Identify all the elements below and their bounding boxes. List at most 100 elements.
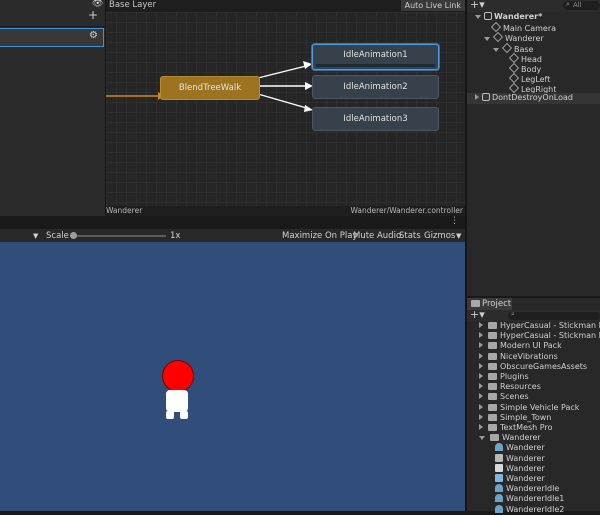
expand-arrow-icon[interactable] [479, 373, 483, 379]
animator-controller-icon [495, 453, 503, 462]
search-placeholder: All [573, 1, 582, 9]
scene-icon [484, 12, 492, 20]
animator-status-bar: Wanderer Wanderer/Wanderer.controller [106, 206, 465, 216]
expand-arrow-icon[interactable] [475, 94, 479, 100]
node-label: IdleAnimation3 [343, 114, 408, 124]
project-folder[interactable]: Modern UI Pack [467, 341, 600, 351]
project-asset[interactable]: WandererIdle2 [467, 504, 600, 515]
transition-to-idle1[interactable] [257, 64, 311, 79]
scale-slider-handle[interactable] [70, 232, 77, 239]
expand-arrow-icon[interactable] [479, 342, 483, 349]
transition-to-idle3[interactable] [257, 93, 311, 110]
project-item-label: Wanderer [506, 443, 545, 453]
project-folder[interactable]: Wanderer [467, 433, 600, 443]
project-asset[interactable]: Wanderer [467, 443, 600, 453]
gameobject-cube-icon [509, 52, 519, 63]
maximize-on-play-button[interactable]: Maximize On Play [282, 229, 357, 243]
create-icon[interactable]: +▾ [470, 0, 485, 11]
hierarchy-item[interactable]: Head [467, 52, 600, 64]
expand-arrow-icon[interactable] [479, 352, 483, 359]
create-asset-icon[interactable]: +▾ [470, 308, 485, 321]
folder-icon [488, 383, 497, 391]
project-search-input[interactable]: ⌕ [508, 310, 600, 320]
auto-live-link-button[interactable]: Auto Live Link [400, 0, 465, 11]
animation-clip-icon [495, 504, 503, 513]
project-folder[interactable]: Simple Vehicle Pack [467, 403, 600, 413]
animator-graph[interactable]: BlendTreeWalk IdleAnimation1 IdleAnimati… [106, 12, 465, 206]
hierarchy-item[interactable]: Wanderer [467, 32, 600, 43]
status-object: Wanderer [106, 206, 143, 215]
add-parameter-icon[interactable]: + [88, 9, 98, 21]
project-asset[interactable]: Wanderer [467, 453, 600, 464]
expand-arrow-icon[interactable] [479, 332, 483, 339]
game-view[interactable] [0, 242, 465, 511]
hierarchy-item[interactable]: Main Camera [467, 22, 600, 33]
hierarchy-search-input[interactable]: ⌕ All [563, 0, 600, 10]
blend-tree-walk-node[interactable]: BlendTreeWalk [160, 76, 260, 100]
project-folder[interactable]: Scenes [467, 392, 600, 402]
character-body [166, 390, 188, 412]
gear-icon[interactable]: ⚙ [89, 30, 98, 41]
idle-animation2-node[interactable]: IdleAnimation2 [312, 75, 439, 99]
project-tab-label: Project [482, 299, 512, 309]
project-asset[interactable]: WandererIdle [467, 484, 600, 494]
hierarchy-item[interactable]: LegLeft [467, 73, 600, 84]
project-folder[interactable]: ObscureGamesAssets [467, 362, 600, 372]
project-item-label: WandererIdle [506, 484, 560, 494]
more-options-icon[interactable]: ⋮ [450, 216, 459, 226]
collapse-arrow-icon[interactable] [484, 37, 490, 42]
resolution-dropdown-icon[interactable]: ▼ [33, 229, 38, 243]
project-folder[interactable]: Simple_Town [467, 413, 600, 423]
expand-arrow-icon[interactable] [479, 393, 483, 400]
collapse-arrow-icon[interactable] [493, 47, 499, 52]
collapse-arrow-icon[interactable] [479, 436, 485, 441]
project-folder[interactable]: HyperCasual - Stickman Pac [467, 321, 600, 331]
project-item-label: HyperCasual - Stickman Pac [500, 331, 600, 341]
collapse-arrow-icon[interactable] [475, 15, 481, 19]
gameobject-cube-icon [509, 83, 519, 94]
gameobject-cube-icon [509, 73, 519, 84]
project-item-label: Simple_Town [500, 412, 552, 422]
expand-arrow-icon[interactable] [479, 403, 483, 410]
mute-audio-button[interactable]: Mute Audio [353, 229, 401, 243]
idle-animation1-node[interactable]: IdleAnimation1 [312, 44, 439, 70]
gizmos-dropdown-icon[interactable]: ▼ [456, 229, 461, 243]
hierarchy-item[interactable]: Base [467, 42, 600, 54]
character-leg-right [180, 411, 188, 419]
project-folder[interactable]: TextMesh Pro [467, 423, 600, 433]
scale-slider[interactable] [70, 232, 166, 239]
open-folder-icon [490, 434, 499, 442]
expand-arrow-icon[interactable] [479, 362, 483, 369]
project-asset[interactable]: WandererIdle1 [467, 494, 600, 504]
project-item-label: Modern UI Pack [500, 341, 562, 351]
expand-arrow-icon[interactable] [479, 413, 483, 420]
gameobject-cube-icon [491, 22, 501, 33]
hierarchy-item[interactable]: DontDestroyOnLoad [467, 93, 600, 104]
expand-arrow-icon[interactable] [479, 383, 483, 390]
breadcrumb[interactable]: Base Layer [109, 0, 156, 10]
project-asset[interactable]: Wanderer [467, 474, 600, 484]
gameobject-cube-icon [509, 63, 519, 73]
hierarchy-item[interactable]: Wanderer* [467, 12, 600, 23]
eye-icon[interactable]: 👁 [92, 0, 103, 9]
project-panel: Project +▾ ⌕ HyperCasual - Stickman PacH… [467, 298, 600, 514]
prefab-icon [495, 474, 503, 482]
project-folder[interactable]: Resources [467, 382, 600, 392]
expand-arrow-icon[interactable] [479, 424, 483, 430]
search-icon: ⌕ [511, 310, 515, 318]
project-asset[interactable]: Wanderer [467, 463, 600, 474]
folder-icon [488, 413, 497, 421]
folder-icon [471, 300, 480, 307]
expand-arrow-icon[interactable] [479, 322, 483, 328]
hierarchy-item[interactable]: Body [467, 63, 600, 74]
gizmos-button[interactable]: Gizmos [424, 229, 455, 243]
hierarchy-panel: +▾ ⌕ All Wanderer* Main Camera Wanderer Bas… [467, 0, 600, 296]
idle-animation3-node[interactable]: IdleAnimation3 [312, 107, 439, 131]
project-folder[interactable]: NiceVibrations [467, 352, 600, 362]
parameters-search-field[interactable]: ⚙ [0, 28, 104, 47]
stats-button[interactable]: Stats [399, 229, 421, 243]
project-folder[interactable]: Plugins [467, 372, 600, 382]
project-folder[interactable]: HyperCasual - Stickman Pac [467, 331, 600, 341]
project-item-label: WandererIdle2 [506, 504, 565, 514]
game-view-toolbar: ▼ Scale 1x Maximize On Play Mute Audio S… [0, 228, 465, 243]
